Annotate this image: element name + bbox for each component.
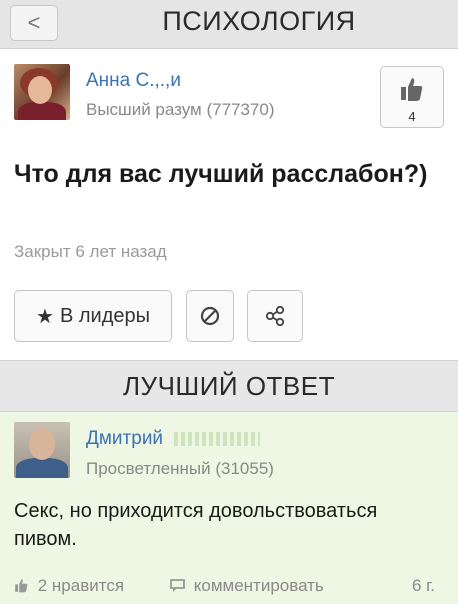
best-answer-header: ЛУЧШИЙ ОТВЕТ xyxy=(0,360,458,412)
report-button[interactable] xyxy=(186,290,234,342)
chevron-left-icon: < xyxy=(27,10,41,35)
to-leaders-button[interactable]: ★ В лидеры xyxy=(14,290,172,342)
comment-label: комментировать xyxy=(193,576,324,595)
answer-like-button[interactable]: 2 нравится xyxy=(14,576,124,596)
answer-text: Секс, но приходится довольствоваться пив… xyxy=(14,500,378,550)
block-icon xyxy=(200,306,220,326)
answer-age: 6 г. xyxy=(412,576,436,595)
like-count: 4 xyxy=(408,109,416,124)
answer-author-name-text: Дмитрий xyxy=(86,428,164,449)
comment-button[interactable]: комментировать xyxy=(170,576,324,596)
thumbs-up-icon xyxy=(14,576,34,595)
question-status: Закрыт 6 лет назад xyxy=(14,242,167,261)
thumbs-up-icon xyxy=(401,78,423,101)
comment-icon xyxy=(170,576,190,595)
to-leaders-label: В лидеры xyxy=(59,304,150,327)
back-button[interactable]: < xyxy=(10,5,58,41)
answer-author-avatar[interactable] xyxy=(14,422,70,478)
share-button[interactable] xyxy=(247,290,303,342)
author-rank: Высший разум (777370) xyxy=(86,100,275,119)
answer-author-name[interactable]: Дмитрий xyxy=(86,428,261,450)
share-icon xyxy=(265,305,285,327)
answer-author-rank: Просветленный (31055) xyxy=(86,459,274,478)
like-button[interactable]: 4 xyxy=(380,66,444,128)
author-avatar[interactable] xyxy=(14,64,70,120)
censored-surname xyxy=(174,431,261,446)
author-name[interactable]: Анна С.,.,и xyxy=(86,70,181,92)
top-bar: < ПСИХОЛОГИЯ xyxy=(0,0,458,49)
question-title: Что для вас лучший расслабон?) xyxy=(14,160,428,188)
star-icon: ★ xyxy=(36,305,54,328)
answer-likes-label: 2 нравится xyxy=(37,576,125,595)
category-title: ПСИХОЛОГИЯ xyxy=(162,6,356,36)
